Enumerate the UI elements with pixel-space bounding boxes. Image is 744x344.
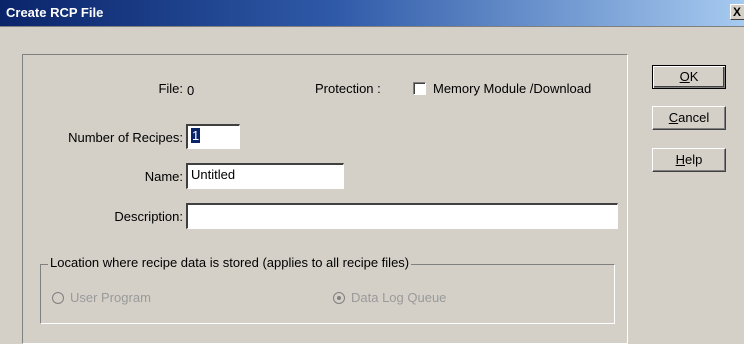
help-label-rest: elp	[685, 152, 703, 167]
ok-mnemonic: O	[679, 69, 690, 84]
cancel-label-rest: ancel	[678, 110, 710, 125]
location-group-title: Location where recipe data is stored (ap…	[48, 255, 412, 270]
file-number-value: 0	[187, 83, 195, 98]
name-value: Untitled	[191, 167, 236, 182]
user-program-radio[interactable]	[52, 292, 64, 304]
description-input[interactable]	[186, 203, 618, 229]
protection-label: Protection :	[315, 81, 381, 96]
number-of-recipes-value: 1	[191, 128, 201, 143]
close-button[interactable]: X	[730, 4, 744, 20]
title-bar: Create RCP File	[0, 0, 744, 27]
cancel-mnemonic: C	[668, 110, 679, 125]
data-log-queue-radio[interactable]	[333, 292, 345, 304]
file-label: File:	[158, 81, 183, 96]
memory-module-label[interactable]: Memory Module /Download	[433, 81, 591, 96]
number-of-recipes-label: Number of Recipes:	[68, 130, 183, 145]
cancel-button[interactable]: Cancel	[652, 106, 726, 130]
close-icon: X	[733, 5, 742, 19]
user-program-label[interactable]: User Program	[70, 290, 151, 305]
number-of-recipes-input[interactable]: 1	[186, 124, 240, 149]
memory-module-checkbox[interactable]	[413, 82, 426, 95]
name-input[interactable]: Untitled	[186, 163, 344, 189]
name-label: Name:	[144, 169, 183, 184]
ok-label-rest: K	[689, 69, 699, 84]
help-button[interactable]: Help	[652, 148, 726, 172]
window-title: Create RCP File	[6, 5, 104, 20]
data-log-queue-label[interactable]: Data Log Queue	[351, 290, 446, 305]
description-label: Description:	[114, 209, 183, 224]
help-mnemonic: H	[675, 152, 686, 167]
radio-selected-dot	[337, 296, 341, 300]
ok-button[interactable]: OK	[652, 65, 726, 89]
